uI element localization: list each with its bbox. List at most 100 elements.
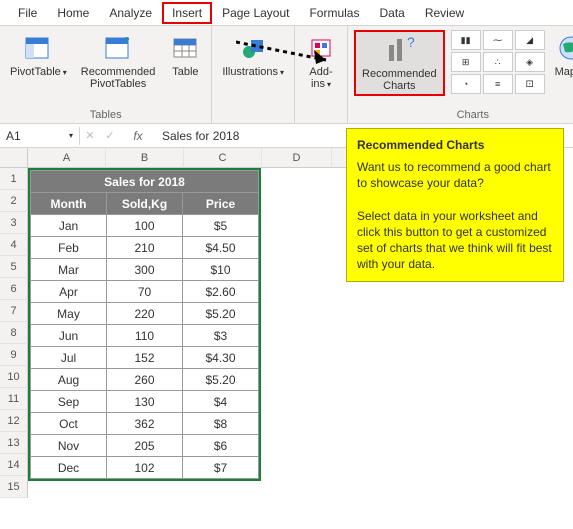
chart-type-pie-icon[interactable]: ◔ — [451, 74, 481, 94]
row-header-7[interactable]: 7 — [0, 300, 28, 322]
table-icon — [169, 32, 201, 64]
group-tables-label: Tables — [6, 107, 205, 121]
row-header-3[interactable]: 3 — [0, 212, 28, 234]
tab-data[interactable]: Data — [369, 2, 414, 24]
tooltip: Recommended Charts Want us to recommend … — [346, 128, 564, 282]
cell[interactable]: Mar — [31, 259, 107, 281]
table-row: Nov205$6 — [31, 435, 259, 457]
cell[interactable]: $10 — [183, 259, 259, 281]
cell[interactable]: 70 — [107, 281, 183, 303]
selected-range[interactable]: Sales for 2018 MonthSold,KgPrice Jan100$… — [28, 168, 261, 481]
recommended-pivottables-label: Recommended PivotTables — [81, 66, 156, 90]
tab-analyze[interactable]: Analyze — [99, 2, 162, 24]
row-header-2[interactable]: 2 — [0, 190, 28, 212]
row-header-10[interactable]: 10 — [0, 366, 28, 388]
cell[interactable]: Sep — [31, 391, 107, 413]
cell[interactable]: 130 — [107, 391, 183, 413]
cell[interactable]: 210 — [107, 237, 183, 259]
column-header-c[interactable]: C — [184, 148, 262, 168]
maps-button[interactable]: Maps — [551, 30, 573, 81]
cell[interactable]: $5.20 — [183, 369, 259, 391]
table-header: Sold,Kg — [107, 193, 183, 215]
name-box[interactable]: A1▾ — [0, 127, 80, 145]
tab-home[interactable]: Home — [47, 2, 99, 24]
row-header-15[interactable]: 15 — [0, 476, 28, 498]
cell[interactable]: Dec — [31, 457, 107, 479]
tab-formulas[interactable]: Formulas — [299, 2, 369, 24]
tab-review[interactable]: Review — [415, 2, 474, 24]
tooltip-title: Recommended Charts — [357, 137, 553, 153]
cell[interactable]: $8 — [183, 413, 259, 435]
table-row: Jun110$3 — [31, 325, 259, 347]
cell[interactable]: $4.30 — [183, 347, 259, 369]
chart-type-hierarchy-icon[interactable]: ⊞ — [451, 52, 481, 72]
maps-label: Maps — [555, 66, 573, 79]
group-charts: ? Recommended Charts ▮▮ ⁓ ◢ ⊞ ∴ ◈ ◔ ≡ ⚀ … — [348, 26, 573, 123]
cell[interactable]: Jul — [31, 347, 107, 369]
row-header-12[interactable]: 12 — [0, 410, 28, 432]
row-header-11[interactable]: 11 — [0, 388, 28, 410]
cell[interactable]: $4.50 — [183, 237, 259, 259]
recommended-pivottables-icon: ? — [102, 32, 134, 64]
column-header-a[interactable]: A — [28, 148, 106, 168]
chart-type-bar-icon[interactable]: ≡ — [483, 74, 513, 94]
cell[interactable]: 110 — [107, 325, 183, 347]
row-header-9[interactable]: 9 — [0, 344, 28, 366]
cell[interactable]: Nov — [31, 435, 107, 457]
row-header-13[interactable]: 13 — [0, 432, 28, 454]
select-all-corner[interactable] — [0, 148, 28, 168]
cell[interactable]: $5 — [183, 215, 259, 237]
column-header-b[interactable]: B — [106, 148, 184, 168]
row-header-4[interactable]: 4 — [0, 234, 28, 256]
cell[interactable]: $2.60 — [183, 281, 259, 303]
row-header-6[interactable]: 6 — [0, 278, 28, 300]
column-header-d[interactable]: D — [262, 148, 332, 168]
cell[interactable]: 260 — [107, 369, 183, 391]
chart-type-line-icon[interactable]: ⁓ — [483, 30, 513, 50]
row-header-8[interactable]: 8 — [0, 322, 28, 344]
cell[interactable]: $7 — [183, 457, 259, 479]
pivottable-button[interactable]: PivotTable — [6, 30, 71, 81]
ribbon-tabs: File Home Analyze Insert Page Layout For… — [0, 0, 573, 26]
cell[interactable]: Feb — [31, 237, 107, 259]
cell[interactable]: $5.20 — [183, 303, 259, 325]
row-header-1[interactable]: 1 — [0, 168, 28, 190]
cell[interactable]: Jun — [31, 325, 107, 347]
pivottable-label: PivotTable — [10, 66, 67, 79]
cell[interactable]: Apr — [31, 281, 107, 303]
cell[interactable]: 152 — [107, 347, 183, 369]
formula-input[interactable]: Sales for 2018 — [156, 127, 245, 145]
group-charts-label: Charts — [354, 107, 573, 121]
cell[interactable]: 100 — [107, 215, 183, 237]
tab-insert[interactable]: Insert — [162, 2, 212, 24]
cell[interactable]: $3 — [183, 325, 259, 347]
row-header-14[interactable]: 14 — [0, 454, 28, 476]
chart-type-scatter-icon[interactable]: ∴ — [483, 52, 513, 72]
recommended-charts-button[interactable]: ? Recommended Charts — [354, 30, 445, 96]
cell[interactable]: Aug — [31, 369, 107, 391]
cell[interactable]: 220 — [107, 303, 183, 325]
table-button[interactable]: Table — [165, 30, 205, 80]
cell[interactable]: $6 — [183, 435, 259, 457]
cell[interactable]: 362 — [107, 413, 183, 435]
chart-type-surface-icon[interactable]: ◈ — [515, 52, 545, 72]
table-row: Jul152$4.30 — [31, 347, 259, 369]
chart-type-area-icon[interactable]: ◢ — [515, 30, 545, 50]
cell[interactable]: May — [31, 303, 107, 325]
cell[interactable]: 300 — [107, 259, 183, 281]
recommended-charts-icon: ? — [383, 34, 415, 66]
tab-page-layout[interactable]: Page Layout — [212, 2, 299, 24]
cell[interactable]: $4 — [183, 391, 259, 413]
cell[interactable]: Jan — [31, 215, 107, 237]
cell[interactable]: 102 — [107, 457, 183, 479]
recommended-pivottables-button[interactable]: ? Recommended PivotTables — [77, 30, 160, 92]
cell[interactable]: 205 — [107, 435, 183, 457]
addins-label: Add- ins — [309, 66, 332, 91]
row-header-5[interactable]: 5 — [0, 256, 28, 278]
table-row: Mar300$10 — [31, 259, 259, 281]
chart-type-column-icon[interactable]: ▮▮ — [451, 30, 481, 50]
cell[interactable]: Oct — [31, 413, 107, 435]
tab-file[interactable]: File — [8, 2, 47, 24]
chart-type-combo-icon[interactable]: ⚀ — [515, 74, 545, 94]
fx-icon[interactable]: fx — [120, 129, 156, 143]
